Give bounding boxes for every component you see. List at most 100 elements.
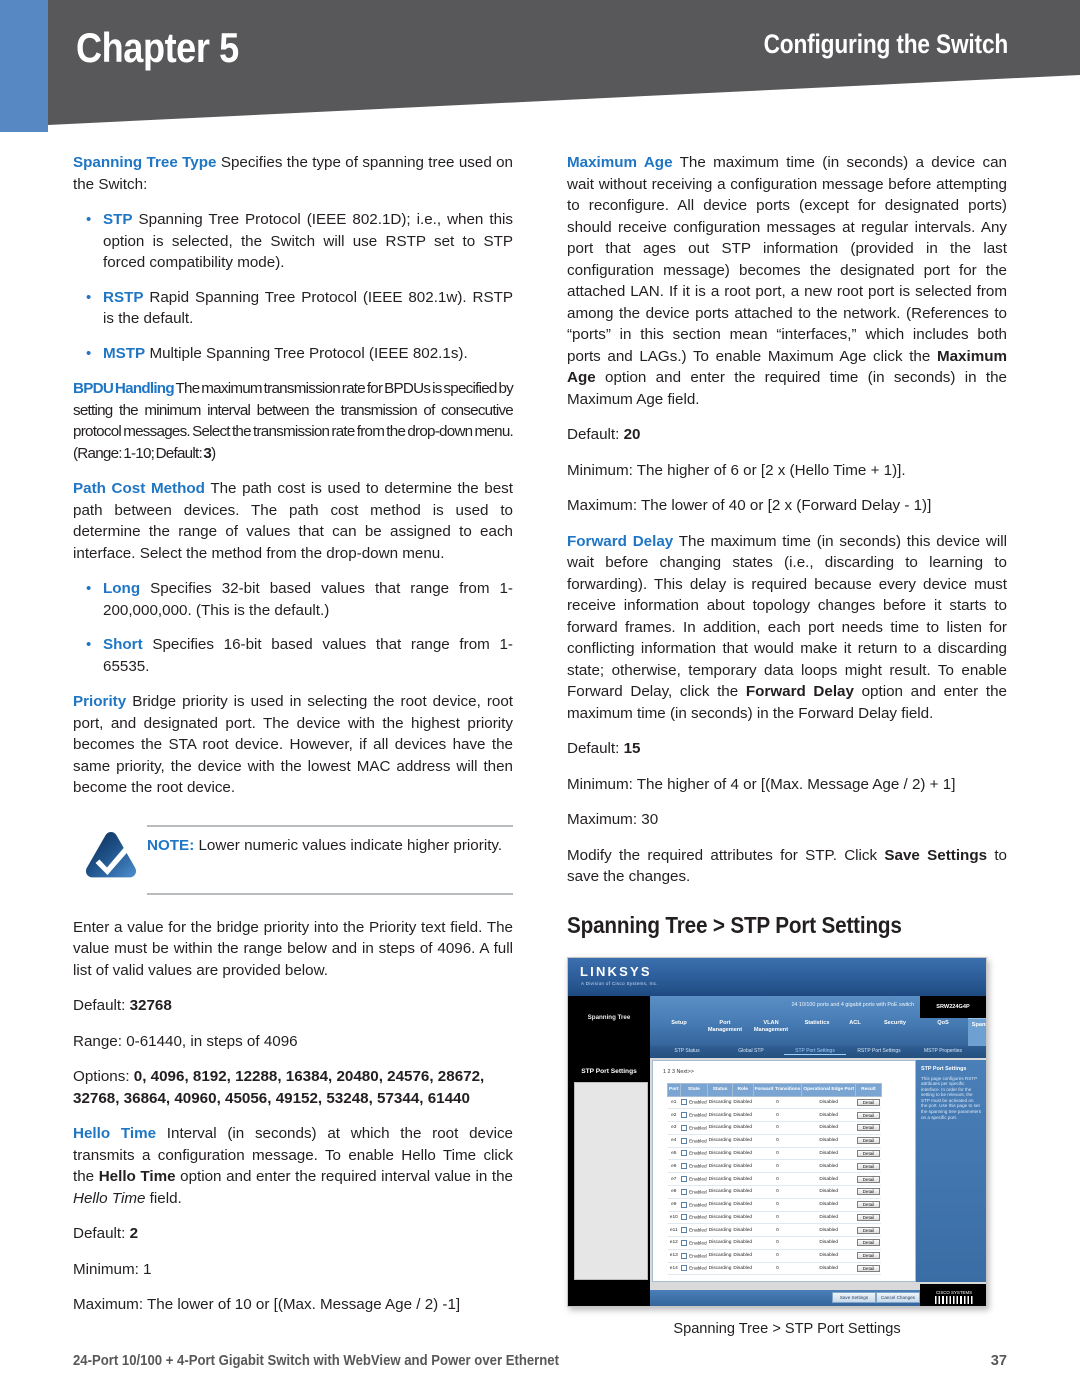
ui-nav-item-spanning-tree[interactable]: Spanning Tree [968,1022,986,1029]
ui-nav-item-vlan-management[interactable]: VLAN Management [748,1020,794,1034]
checkbox-icon[interactable] [681,1239,688,1246]
detail-button[interactable]: Detail [856,1111,881,1119]
priority-default-line: Default: 32768 [73,995,513,1017]
checkbox-icon[interactable] [681,1163,688,1170]
bpdu-default-value: 3 [203,444,212,462]
checkbox-icon[interactable] [681,1201,688,1208]
cell-detail-button[interactable]: Detail [855,1236,882,1250]
note-callout: NOTE: Lower numeric values indicate high… [73,823,513,895]
detail-button[interactable]: Detail [856,1162,881,1170]
embedded-ui-screenshot: LINKSYS A Division of Cisco Systems, Inc… [567,956,987,1307]
ui-nav-item-security[interactable]: Security [872,1020,918,1027]
ui-pager[interactable]: 1 2 3 Next>> [663,1069,694,1075]
ui-nav-item-setup[interactable]: Setup [656,1020,702,1027]
cell-state[interactable]: Enabled [680,1121,708,1135]
table-row: e6 Enabled Discarding Disabled 0 Disabled Deta… [667,1159,882,1174]
note-rule-bottom [147,892,513,895]
cell-state[interactable]: Enabled [680,1198,708,1212]
ui-subnav-item-stp-status[interactable]: STP Status [656,1048,718,1054]
header-section-title: Configuring the Switch [763,29,1008,59]
detail-button[interactable]: Detail [856,1188,881,1196]
cell-detail-button[interactable]: Detail [855,1262,882,1276]
cell-detail-button[interactable]: Detail [855,1172,882,1186]
term-mstp: MSTP [103,344,146,362]
cell-detail-button[interactable]: Detail [855,1198,882,1212]
detail-button[interactable]: Detail [856,1137,881,1145]
sidebar-item-spanning-tree[interactable]: Spanning Tree [574,1014,644,1021]
checkbox-icon[interactable] [681,1124,688,1131]
cell-detail-button[interactable]: Detail [855,1249,882,1263]
save-settings-reference: Save Settings [884,846,988,864]
cell-detail-button[interactable]: Detail [855,1211,882,1225]
table-cell: e1 [667,1096,681,1110]
cell-state[interactable]: Enabled [680,1262,708,1276]
hello-time-part3: field. [145,1189,182,1207]
sidebar-item-stp-port-settings[interactable]: STP Port Settings [572,1067,646,1075]
ui-subnav-item-stp-port-settings[interactable]: STP Port Settings [784,1048,846,1055]
table-cell: Disabled [801,1147,856,1161]
table-cell: 0 [753,1108,802,1123]
checkbox-icon[interactable] [681,1214,688,1221]
cell-state[interactable]: Enabled [680,1185,708,1199]
cell-state[interactable]: Enabled [680,1147,708,1161]
table-cell: Disabled [732,1185,754,1199]
table-cell: e11 [667,1223,681,1238]
detail-button[interactable]: Detail [856,1213,881,1221]
ui-subnav-item-mstp-properties[interactable]: MSTP Properties [912,1048,974,1054]
hello-minimum-line: Minimum: 1 [73,1260,152,1278]
stp-port-settings-table: Port State Status Role Forward Transitio… [667,1082,882,1276]
cell-state[interactable]: Enabled [680,1134,708,1148]
paragraph-path-cost-method: Path Cost Method The path cost is used t… [73,478,513,564]
checkbox-icon[interactable] [681,1227,688,1234]
checkbox-icon[interactable] [681,1137,688,1144]
cell-detail-button[interactable]: Detail [855,1121,882,1135]
detail-button[interactable]: Detail [856,1175,881,1183]
checkbox-icon[interactable] [681,1099,688,1106]
detail-button[interactable]: Detail [856,1239,881,1247]
cell-state[interactable]: Enabled [680,1236,708,1250]
detail-button[interactable]: Detail [856,1201,881,1209]
cell-state[interactable]: Enabled [680,1223,708,1238]
cell-state[interactable]: Enabled [680,1096,708,1110]
cell-detail-button[interactable]: Detail [855,1108,882,1123]
cell-detail-button[interactable]: Detail [855,1147,882,1161]
cell-detail-button[interactable]: Detail [855,1096,882,1110]
checkbox-icon[interactable] [681,1252,688,1259]
cell-detail-button[interactable]: Detail [855,1223,882,1238]
detail-button[interactable]: Detail [856,1252,881,1260]
ui-nav-item-qos[interactable]: QoS [920,1020,966,1027]
cell-state[interactable]: Enabled [680,1159,708,1174]
term-forward-delay: Forward Delay [567,532,674,550]
checkbox-icon[interactable] [681,1112,688,1119]
checkbox-icon[interactable] [681,1150,688,1157]
cell-state[interactable]: Enabled [680,1108,708,1123]
cell-state[interactable]: Enabled [680,1172,708,1186]
ui-subnav-item-more[interactable]: More >> [976,1048,986,1054]
ui-nav-item-port-management[interactable]: Port Management [702,1020,748,1034]
table-cell: Disabled [732,1147,754,1161]
cell-detail-button[interactable]: Detail [855,1185,882,1199]
cell-detail-button[interactable]: Detail [855,1134,882,1148]
cell-detail-button[interactable]: Detail [855,1159,882,1174]
checkbox-icon[interactable] [681,1175,688,1182]
checkbox-icon[interactable] [681,1188,688,1195]
cell-state[interactable]: Enabled [680,1211,708,1225]
table-row: e5 Enabled Discarding Disabled 0 Disabled Deta… [667,1147,882,1161]
cell-state[interactable]: Enabled [680,1249,708,1263]
priority-default-value: 32768 [129,997,172,1014]
detail-button[interactable]: Detail [856,1265,881,1273]
cancel-changes-button[interactable]: Cancel Changes [876,1291,920,1303]
table-cell: Disabled [801,1236,856,1250]
term-long: Long [103,580,141,597]
screenshot-figure: LINKSYS A Division of Cisco Systems, Inc… [567,956,1007,1337]
ui-subnav-item-global-stp[interactable]: Global STP [720,1048,782,1054]
detail-button[interactable]: Detail [856,1150,881,1158]
detail-button[interactable]: Detail [856,1098,881,1106]
ui-help-body: This page configures RSTP attributes per… [921,1075,982,1120]
save-settings-button[interactable]: Save Settings [832,1291,876,1303]
checkbox-icon[interactable] [681,1265,688,1272]
detail-button[interactable]: Detail [856,1226,881,1234]
forward-delay-part1: The maximum time (in seconds) this devic… [567,532,1007,701]
ui-subnav-item-rstp-port-settings[interactable]: RSTP Port Settings [848,1048,910,1054]
detail-button[interactable]: Detail [856,1124,881,1132]
